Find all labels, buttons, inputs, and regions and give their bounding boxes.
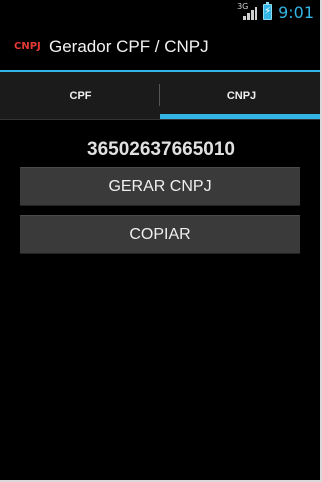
tab-separator bbox=[159, 84, 160, 106]
tab-cnpj[interactable]: CNPJ bbox=[161, 72, 322, 120]
tab-bar-bottom-line bbox=[0, 119, 322, 120]
tab-bar: CPF CNPJ bbox=[0, 72, 322, 120]
app-screen: 3G ⚡ 9:01 CNPJ Gerador CPF / CNPJ CPF CN… bbox=[0, 0, 322, 482]
status-clock: 9:01 bbox=[278, 2, 314, 22]
tab-cpf[interactable]: CPF bbox=[0, 72, 161, 120]
tab-cpf-label: CPF bbox=[69, 90, 92, 102]
signal-icon: 3G bbox=[237, 2, 258, 21]
network-type-label: 3G bbox=[237, 2, 249, 11]
app-title: Gerador CPF / CNPJ bbox=[49, 37, 209, 56]
app-logo-icon[interactable]: CNPJ bbox=[14, 39, 44, 55]
action-bar: CNPJ Gerador CPF / CNPJ bbox=[0, 24, 322, 70]
status-bar: 3G ⚡ 9:01 bbox=[0, 0, 322, 24]
generated-cnpj-number: 36502637665010 bbox=[87, 139, 235, 160]
battery-charging-icon: ⚡ bbox=[263, 2, 273, 20]
tab-cnpj-label: CNPJ bbox=[226, 90, 257, 102]
copy-button[interactable]: COPIAR bbox=[20, 215, 300, 254]
generate-cnpj-button[interactable]: GERAR CNPJ bbox=[20, 167, 300, 206]
status-icons: 3G ⚡ 9:01 bbox=[237, 2, 314, 22]
